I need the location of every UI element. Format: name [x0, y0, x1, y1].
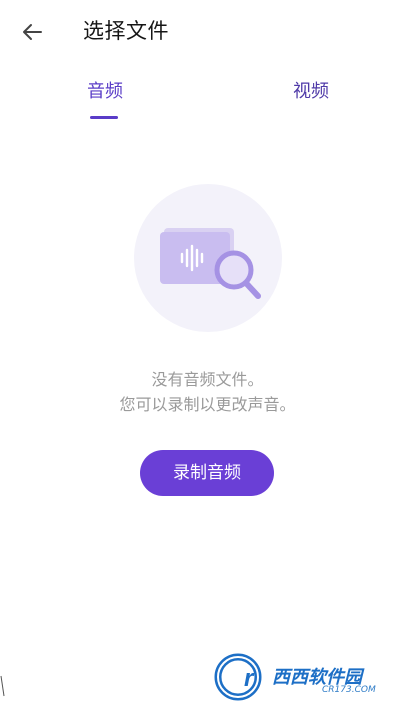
- tab-indicator: [90, 116, 118, 119]
- app-header: 选择文件: [0, 0, 415, 64]
- edge-mark: [0, 675, 5, 697]
- empty-illustration: [134, 184, 282, 332]
- tab-video[interactable]: 视频: [293, 80, 329, 104]
- audio-file-search-icon: [134, 184, 282, 332]
- watermark-logo-icon: r: [214, 653, 262, 701]
- arrow-left-icon: [23, 24, 42, 40]
- record-audio-button[interactable]: 录制音频: [140, 450, 274, 496]
- tab-audio[interactable]: 音频: [87, 80, 123, 104]
- media-tabs: 音频 视频: [0, 72, 415, 124]
- page-title: 选择文件: [83, 19, 169, 43]
- watermark: r 西西软件园 CR173.COM: [214, 652, 410, 702]
- empty-message-line2: 您可以录制以更改声音。: [119, 395, 296, 414]
- watermark-site: CR173.COM: [322, 685, 376, 695]
- back-button[interactable]: [14, 16, 50, 48]
- empty-message-line1: 没有音频文件。: [151, 370, 264, 389]
